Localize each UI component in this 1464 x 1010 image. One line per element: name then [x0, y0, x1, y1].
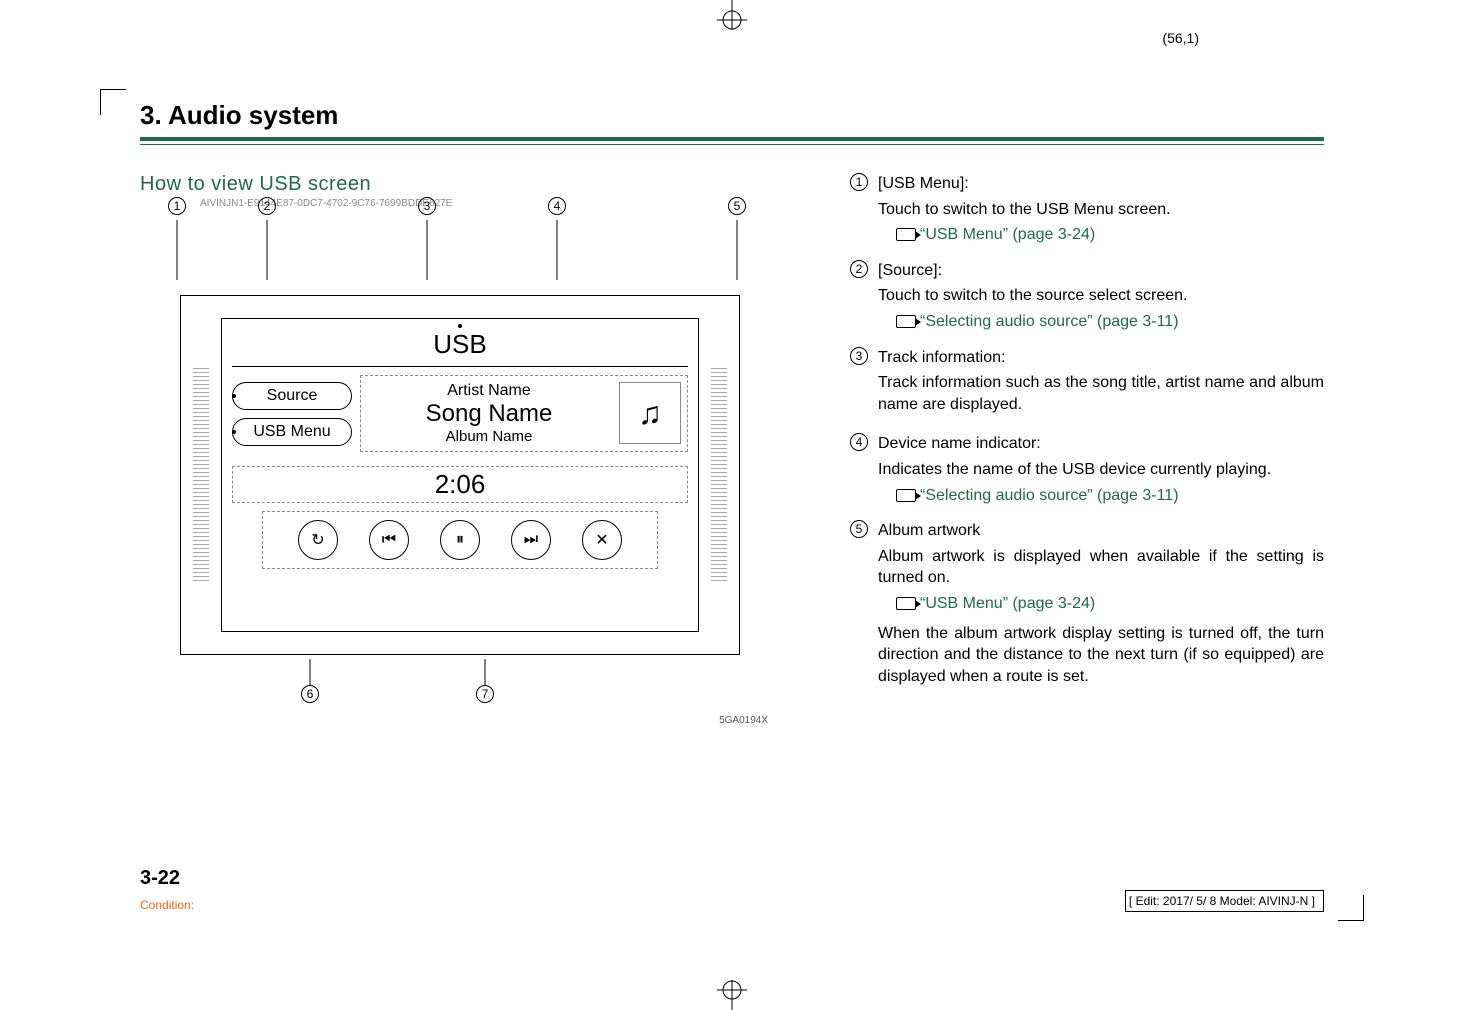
page-area: 3. Audio system How to view USB screen A… [140, 100, 1324, 910]
song-name: Song Name [367, 400, 611, 428]
source-button-label: Source [267, 387, 318, 404]
item-4-num: 4 [850, 433, 868, 451]
item-2-ref[interactable]: “Selecting audio source” (page 3-11) [920, 313, 1179, 330]
signature-number: (56,1) [1162, 30, 1199, 46]
album-name: Album Name [367, 428, 611, 445]
ref-icon [896, 489, 916, 502]
item-1-num: 1 [850, 173, 868, 191]
item-2: 2 [Source]: Touch to switch to the sourc… [850, 260, 1324, 333]
left-column: How to view USB screen AIVINJN1-E9144E87… [140, 173, 800, 726]
right-column: 1 [USB Menu]: Touch to switch to the USB… [850, 173, 1324, 726]
item-2-desc: Touch to switch to the source select scr… [878, 285, 1324, 307]
pad-left [193, 368, 209, 583]
guid-text: AIVINJN1-E9144E87-0DC7-4702-9C76-7699BDD… [200, 198, 800, 209]
callout-6: 6 [301, 685, 319, 703]
item-5-ref[interactable]: “USB Menu” (page 3-24) [920, 595, 1095, 612]
page-number: 3-22 [140, 867, 180, 890]
item-3-desc: Track information such as the song title… [878, 372, 1324, 415]
top-callouts: 1 2 3 4 5 [140, 219, 780, 220]
usb-menu-button[interactable]: USB Menu [232, 418, 352, 446]
callout-5: 5 [728, 197, 746, 215]
item-5-title: Album artwork [878, 520, 1324, 542]
corner-mark-br [1324, 900, 1364, 940]
source-button[interactable]: Source [232, 382, 352, 410]
item-5: 5 Album artwork Album artwork is display… [850, 520, 1324, 691]
item-4-ref[interactable]: “Selecting audio source” (page 3-11) [920, 487, 1179, 504]
item-5-desc: Album artwork is displayed when availabl… [878, 546, 1324, 589]
next-track-button[interactable]: ⏭ [511, 520, 551, 560]
section-title: 3. Audio system [140, 100, 1324, 131]
item-3: 3 Track information: Track information s… [850, 347, 1324, 420]
pad-right [711, 368, 727, 583]
ref-icon [896, 315, 916, 328]
callout-7: 7 [476, 685, 494, 703]
crop-mark-bottom [712, 970, 752, 1010]
usb-menu-button-label: USB Menu [253, 423, 330, 440]
title-rule [140, 137, 1324, 145]
album-art-icon: ♫ [619, 382, 681, 444]
pause-button[interactable]: ⏸ [440, 520, 480, 560]
screen-title-label: USB [433, 329, 486, 359]
callout-lines-top [140, 220, 780, 280]
item-3-title: Track information: [878, 347, 1324, 369]
elapsed-time: 2:06 [232, 466, 688, 503]
crop-mark-top [712, 0, 752, 40]
figure-code: 5GA0194X [140, 715, 780, 726]
item-4-desc: Indicates the name of the USB device cur… [878, 459, 1324, 481]
shuffle-button[interactable]: ✕ [582, 520, 622, 560]
repeat-button[interactable]: ↻ [298, 520, 338, 560]
item-5-num: 5 [850, 520, 868, 538]
control-bar: ↻ ⏮ ⏸ ⏭ ✕ [262, 511, 658, 569]
item-4: 4 Device name indicator: Indicates the n… [850, 433, 1324, 506]
item-4-title: Device name indicator: [878, 433, 1324, 455]
subhead: How to view USB screen [140, 173, 800, 196]
prev-track-button[interactable]: ⏮ [369, 520, 409, 560]
corner-mark-tl [100, 70, 140, 110]
ref-icon [896, 228, 916, 241]
callout-1: 1 [168, 197, 186, 215]
item-2-num: 2 [850, 260, 868, 278]
title-dot-icon [458, 324, 462, 328]
callout-4: 4 [548, 197, 566, 215]
item-1: 1 [USB Menu]: Touch to switch to the USB… [850, 173, 1324, 246]
item-1-desc: Touch to switch to the USB Menu screen. [878, 199, 1324, 221]
condition-label: Condition: [140, 898, 194, 912]
item-1-ref[interactable]: “USB Menu” (page 3-24) [920, 226, 1095, 243]
item-3-num: 3 [850, 347, 868, 365]
bottom-callouts: 6 7 [140, 659, 780, 709]
item-2-title: [Source]: [878, 260, 1324, 282]
callout-2: 2 [258, 197, 276, 215]
edit-box: [ Edit: 2017/ 5/ 8 Model: AIVINJ-N ] [1125, 890, 1324, 912]
ref-icon [896, 597, 916, 610]
artist-name: Artist Name [367, 382, 611, 400]
screen-title: USB [222, 319, 698, 366]
device-mockup: USB Source USB Menu Artist Na [170, 285, 750, 665]
item-1-title: [USB Menu]: [878, 173, 1324, 195]
item-5-desc2: When the album artwork display setting i… [878, 623, 1324, 688]
figure: 1 2 3 4 5 [140, 219, 780, 726]
track-info-box: Artist Name Song Name Album Name ♫ [360, 375, 688, 452]
callout-3: 3 [418, 197, 436, 215]
